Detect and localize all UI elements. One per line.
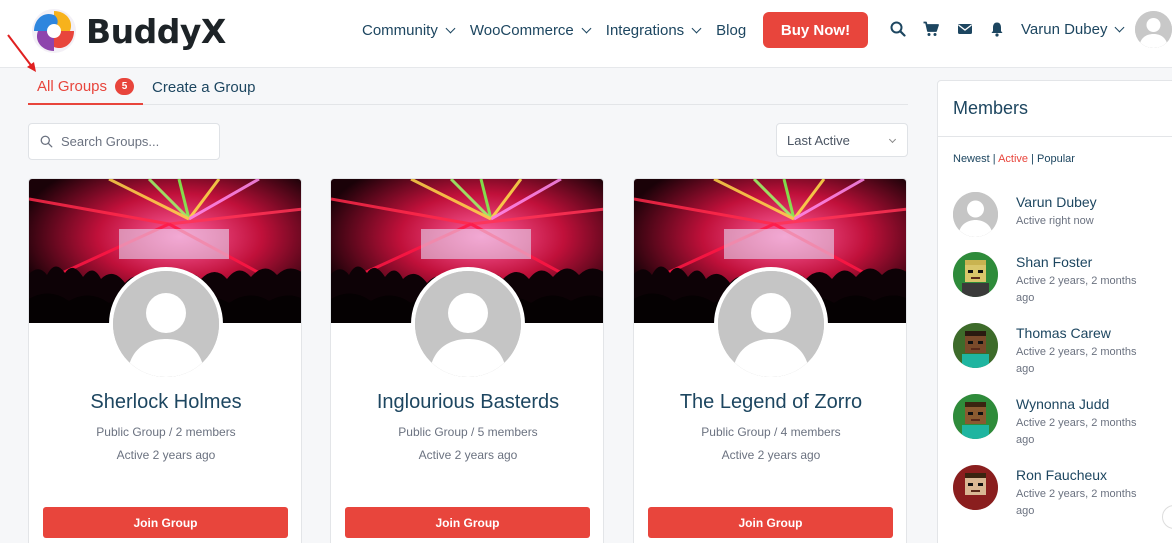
avatar[interactable] xyxy=(953,394,998,439)
member-name[interactable]: Thomas Carew xyxy=(1016,325,1111,341)
pixel-avatar-icon xyxy=(953,394,998,439)
default-avatar-icon xyxy=(1135,11,1172,48)
chevron-down-icon xyxy=(691,23,702,33)
avatar[interactable] xyxy=(953,323,998,368)
group-name[interactable]: The Legend of Zorro xyxy=(634,391,906,414)
filter-active[interactable]: Active xyxy=(998,153,1028,165)
nav-blog[interactable]: Blog xyxy=(716,22,746,39)
mail-icon[interactable] xyxy=(957,21,973,37)
user-menu[interactable]: Varun Dubey xyxy=(1021,21,1125,38)
search-icon xyxy=(40,135,53,148)
avatar[interactable] xyxy=(953,252,998,297)
chevron-down-icon xyxy=(581,23,592,33)
pixel-avatar-icon xyxy=(953,252,998,297)
group-last-active: Active 2 years ago xyxy=(116,448,216,462)
buy-now-button[interactable]: Buy Now! xyxy=(763,12,868,48)
group-name[interactable]: Inglourious Basterds xyxy=(331,391,603,414)
logo-text: BuddyX xyxy=(86,11,226,51)
user-name: Varun Dubey xyxy=(1021,21,1108,38)
default-avatar-icon xyxy=(953,192,998,237)
filter-separator: | xyxy=(1031,153,1034,165)
filter-newest[interactable]: Newest xyxy=(953,153,990,165)
member-status: Active 2 years, 2 months ago xyxy=(1016,346,1137,375)
nav-label: Integrations xyxy=(605,21,685,39)
group-name[interactable]: Sherlock Holmes xyxy=(29,391,301,414)
default-avatar-icon xyxy=(718,271,824,377)
tab-create-group[interactable]: Create a Group xyxy=(143,70,264,104)
member-name[interactable]: Ron Faucheux xyxy=(1016,467,1107,483)
join-group-button[interactable]: Join Group xyxy=(43,507,288,538)
chevron-down-icon xyxy=(1115,22,1125,33)
tab-all-groups[interactable]: All Groups 5 xyxy=(28,70,144,105)
search-input[interactable] xyxy=(61,134,211,149)
group-meta: Public Group / 2 members xyxy=(96,425,236,439)
group-avatar[interactable] xyxy=(411,267,525,381)
group-card: The Legend of Zorro Public Group / 4 memb… xyxy=(633,178,907,543)
group-tabs: All Groups 5 Create a Group xyxy=(28,70,908,105)
group-meta: Public Group / 4 members xyxy=(701,425,841,439)
default-avatar-icon xyxy=(113,271,219,377)
chevron-down-icon xyxy=(445,23,456,33)
search-icon[interactable] xyxy=(890,21,906,37)
member-status: Active right now xyxy=(1016,215,1094,227)
bell-icon[interactable] xyxy=(989,21,1005,37)
member-status: Active 2 years, 2 months ago xyxy=(1016,417,1137,446)
group-avatar[interactable] xyxy=(714,267,828,381)
cart-icon[interactable] xyxy=(923,21,939,37)
members-widget: Members Newest | Active | Popular Varun … xyxy=(937,80,1172,543)
count-badge: 5 xyxy=(115,78,135,95)
nav-woocommerce[interactable]: WooCommerce xyxy=(469,21,592,39)
widget-title: Members xyxy=(953,98,1029,118)
filter-separator: | xyxy=(992,153,996,165)
tab-label: All Groups xyxy=(37,78,108,95)
site-logo[interactable]: BuddyX xyxy=(30,6,226,56)
member-status: Active 2 years, 2 months ago xyxy=(1016,275,1137,304)
sort-selected-value: Last Active xyxy=(787,132,850,148)
tab-label: Create a Group xyxy=(152,78,256,96)
group-card: Inglourious Basterds Public Group / 5 mem… xyxy=(330,178,604,543)
avatar[interactable] xyxy=(1135,11,1172,48)
pixel-avatar-icon xyxy=(953,465,998,510)
nav-label: Community xyxy=(362,21,438,39)
chevron-down-icon xyxy=(888,135,897,144)
avatar[interactable] xyxy=(953,465,998,510)
member-name[interactable]: Shan Foster xyxy=(1016,254,1092,270)
site-header: BuddyX Community WooCommerce Integration… xyxy=(0,0,1172,68)
join-group-button[interactable]: Join Group xyxy=(345,507,590,538)
pixel-avatar-icon xyxy=(953,323,998,368)
member-name[interactable]: Varun Dubey xyxy=(1016,194,1097,210)
group-avatar[interactable] xyxy=(109,267,223,381)
sort-select[interactable]: Last Active xyxy=(776,123,908,157)
member-status: Active 2 years, 2 months ago xyxy=(1016,488,1137,517)
filter-popular[interactable]: Popular xyxy=(1037,153,1075,165)
group-last-active: Active 2 years ago xyxy=(418,448,518,462)
search-box xyxy=(28,123,220,160)
nav-integrations[interactable]: Integrations xyxy=(605,21,702,39)
main-nav: Community WooCommerce Integrations Blog xyxy=(362,13,762,47)
group-card: Sherlock Holmes Public Group / 2 members A… xyxy=(28,178,302,543)
group-last-active: Active 2 years ago xyxy=(721,448,821,462)
member-name[interactable]: Wynonna Judd xyxy=(1016,396,1109,412)
nav-label: Blog xyxy=(716,21,747,39)
join-group-button[interactable]: Join Group xyxy=(648,507,893,538)
nav-label: WooCommerce xyxy=(469,21,574,39)
nav-community[interactable]: Community xyxy=(362,21,456,39)
group-meta: Public Group / 5 members xyxy=(398,425,538,439)
avatar[interactable] xyxy=(953,192,998,237)
member-filters: Newest | Active | Popular xyxy=(953,153,1075,165)
default-avatar-icon xyxy=(415,271,521,377)
divider xyxy=(938,136,1172,137)
